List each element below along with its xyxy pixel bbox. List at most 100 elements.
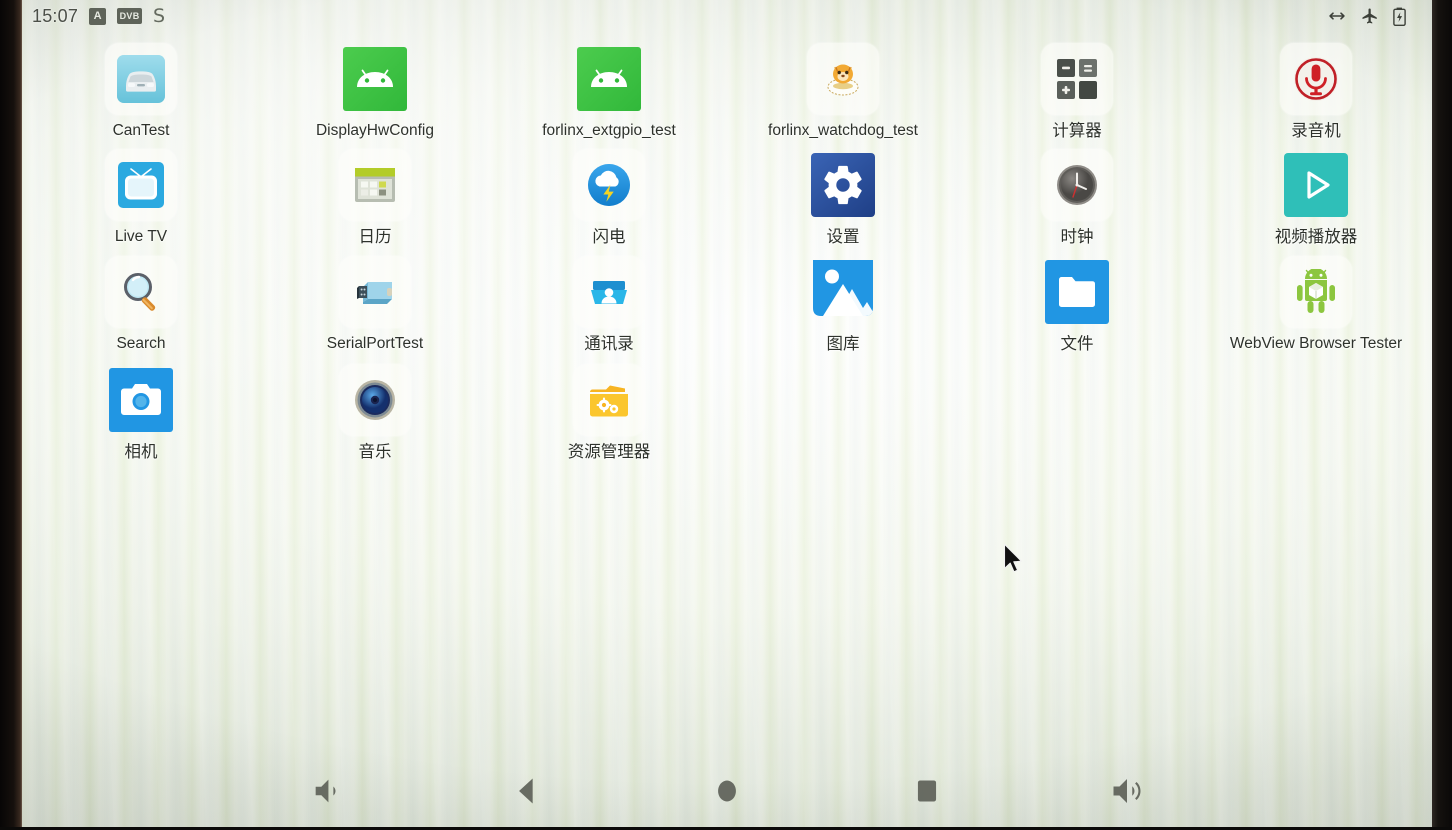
back-triangle-icon bbox=[519, 778, 533, 804]
dvb-badge-icon: DVB bbox=[117, 8, 143, 24]
app-label: forlinx_extgpio_test bbox=[542, 122, 676, 139]
video-player-icon bbox=[1284, 153, 1348, 217]
app-label: DisplayHwConfig bbox=[315, 122, 434, 139]
app-icon-clock[interactable]: 时钟 bbox=[1002, 149, 1152, 247]
app-label: 相机 bbox=[124, 443, 158, 461]
app-icon-image bbox=[105, 43, 177, 115]
android-green-icon bbox=[577, 47, 641, 111]
home-button[interactable] bbox=[701, 765, 753, 817]
files-folder-icon bbox=[1045, 260, 1109, 324]
back-button[interactable] bbox=[501, 765, 553, 817]
app-icon-music-speaker[interactable]: 音乐 bbox=[300, 364, 450, 462]
app-icon-image bbox=[105, 256, 177, 328]
app-icon-settings-gear[interactable]: 设置 bbox=[768, 149, 918, 247]
app-icon-lightning-cloud[interactable]: 闪电 bbox=[534, 149, 684, 247]
cantest-icon bbox=[115, 53, 167, 105]
resource-manager-icon bbox=[583, 374, 635, 426]
app-icon-search-magnifier[interactable]: Search bbox=[66, 256, 216, 353]
app-icon-image bbox=[573, 149, 645, 221]
app-icon-image bbox=[807, 149, 879, 221]
app-label: 资源管理器 bbox=[567, 443, 651, 461]
status-bar-right bbox=[1327, 7, 1406, 26]
app-icon-files-folder[interactable]: 文件 bbox=[1002, 256, 1152, 354]
app-label: 音乐 bbox=[358, 443, 392, 461]
search-magnifier-icon bbox=[115, 266, 167, 318]
airplane-mode-icon bbox=[1361, 7, 1379, 25]
app-label: 计算器 bbox=[1052, 122, 1102, 140]
app-icon-image bbox=[1041, 149, 1113, 221]
a-badge-icon: A bbox=[89, 7, 107, 25]
watchdog-tiger-icon bbox=[817, 53, 869, 105]
app-icon-watchdog-tiger[interactable]: forlinx_watchdog_test bbox=[768, 43, 918, 140]
app-icon-image bbox=[573, 364, 645, 436]
volume-down-button[interactable] bbox=[301, 765, 353, 817]
android-robot-icon bbox=[1290, 266, 1342, 318]
app-label: 闪电 bbox=[592, 228, 626, 246]
app-icon-android-robot[interactable]: WebView Browser Tester bbox=[1230, 256, 1402, 353]
app-label: Search bbox=[116, 335, 166, 352]
ethernet-arrows-icon bbox=[1327, 9, 1347, 23]
app-label: Live TV bbox=[114, 228, 168, 245]
app-icon-video-player[interactable]: 视频播放器 bbox=[1241, 149, 1391, 247]
settings-gear-icon bbox=[811, 153, 875, 217]
music-speaker-icon bbox=[349, 374, 401, 426]
app-icon-contacts[interactable]: 通讯录 bbox=[534, 256, 684, 354]
app-icon-image bbox=[339, 364, 411, 436]
status-bar: 15:07 A DVB S bbox=[22, 0, 1432, 32]
camera-icon bbox=[109, 368, 173, 432]
serial-port-icon bbox=[349, 266, 401, 318]
app-icon-live-tv[interactable]: Live TV bbox=[66, 149, 216, 246]
app-icon-image bbox=[573, 256, 645, 328]
volume-up-icon bbox=[1113, 779, 1141, 803]
device-screen: 15:07 A DVB S CanTest DisplayHwConfig fo… bbox=[22, 0, 1432, 827]
app-label: 时钟 bbox=[1060, 228, 1094, 246]
app-icon-android-green[interactable]: forlinx_extgpio_test bbox=[534, 43, 684, 140]
app-icon-cantest[interactable]: CanTest bbox=[66, 43, 216, 140]
app-icon-image bbox=[573, 43, 645, 115]
status-bar-clock: 15:07 bbox=[32, 5, 79, 26]
recents-button[interactable] bbox=[901, 765, 953, 817]
app-icon-serial-port[interactable]: SerialPortTest bbox=[300, 256, 450, 353]
app-label: CanTest bbox=[112, 122, 170, 139]
app-icon-gallery-photo[interactable]: 图库 bbox=[768, 256, 918, 354]
recorder-mic-icon bbox=[1290, 53, 1342, 105]
app-label: forlinx_watchdog_test bbox=[768, 122, 918, 139]
app-label: 文件 bbox=[1060, 335, 1094, 353]
navigation-bar bbox=[22, 755, 1432, 827]
app-icon-image bbox=[105, 149, 177, 221]
lightning-cloud-icon bbox=[583, 159, 635, 211]
app-icon-recorder-mic[interactable]: 录音机 bbox=[1241, 43, 1391, 141]
app-icon-resource-manager[interactable]: 资源管理器 bbox=[534, 364, 684, 462]
calendar-icon bbox=[349, 159, 401, 211]
s-glyph-icon: S bbox=[153, 5, 166, 27]
app-icon-image bbox=[339, 43, 411, 115]
app-icon-image bbox=[1041, 43, 1113, 115]
app-label: 视频播放器 bbox=[1274, 228, 1358, 246]
app-icon-android-green[interactable]: DisplayHwConfig bbox=[300, 43, 450, 140]
calculator-icon bbox=[1051, 53, 1103, 105]
volume-down-icon bbox=[315, 779, 336, 803]
battery-icon bbox=[1393, 7, 1406, 26]
recents-square-icon bbox=[917, 780, 937, 802]
home-circle-icon bbox=[718, 780, 736, 802]
live-tv-icon bbox=[115, 159, 167, 211]
app-icon-camera[interactable]: 相机 bbox=[66, 364, 216, 462]
volume-up-button[interactable] bbox=[1101, 765, 1153, 817]
gallery-photo-icon bbox=[811, 258, 875, 327]
app-label: 通讯录 bbox=[584, 335, 634, 353]
app-label: 日历 bbox=[358, 228, 392, 246]
app-icon-calendar[interactable]: 日历 bbox=[300, 149, 450, 247]
app-label: SerialPortTest bbox=[326, 335, 424, 352]
bezel-left bbox=[0, 0, 22, 830]
app-icon-image bbox=[339, 256, 411, 328]
app-icon-image bbox=[807, 43, 879, 115]
bezel-right bbox=[1432, 0, 1452, 830]
app-icon-grid: CanTest DisplayHwConfig forlinx_extgpio_… bbox=[22, 34, 1432, 464]
app-icon-image bbox=[339, 149, 411, 221]
app-label: 设置 bbox=[826, 228, 860, 246]
app-icon-image bbox=[1280, 149, 1352, 221]
app-icon-image bbox=[105, 364, 177, 436]
app-icon-calculator[interactable]: 计算器 bbox=[1002, 43, 1152, 141]
app-label: WebView Browser Tester bbox=[1229, 335, 1403, 352]
status-bar-left: 15:07 A DVB S bbox=[32, 5, 165, 27]
